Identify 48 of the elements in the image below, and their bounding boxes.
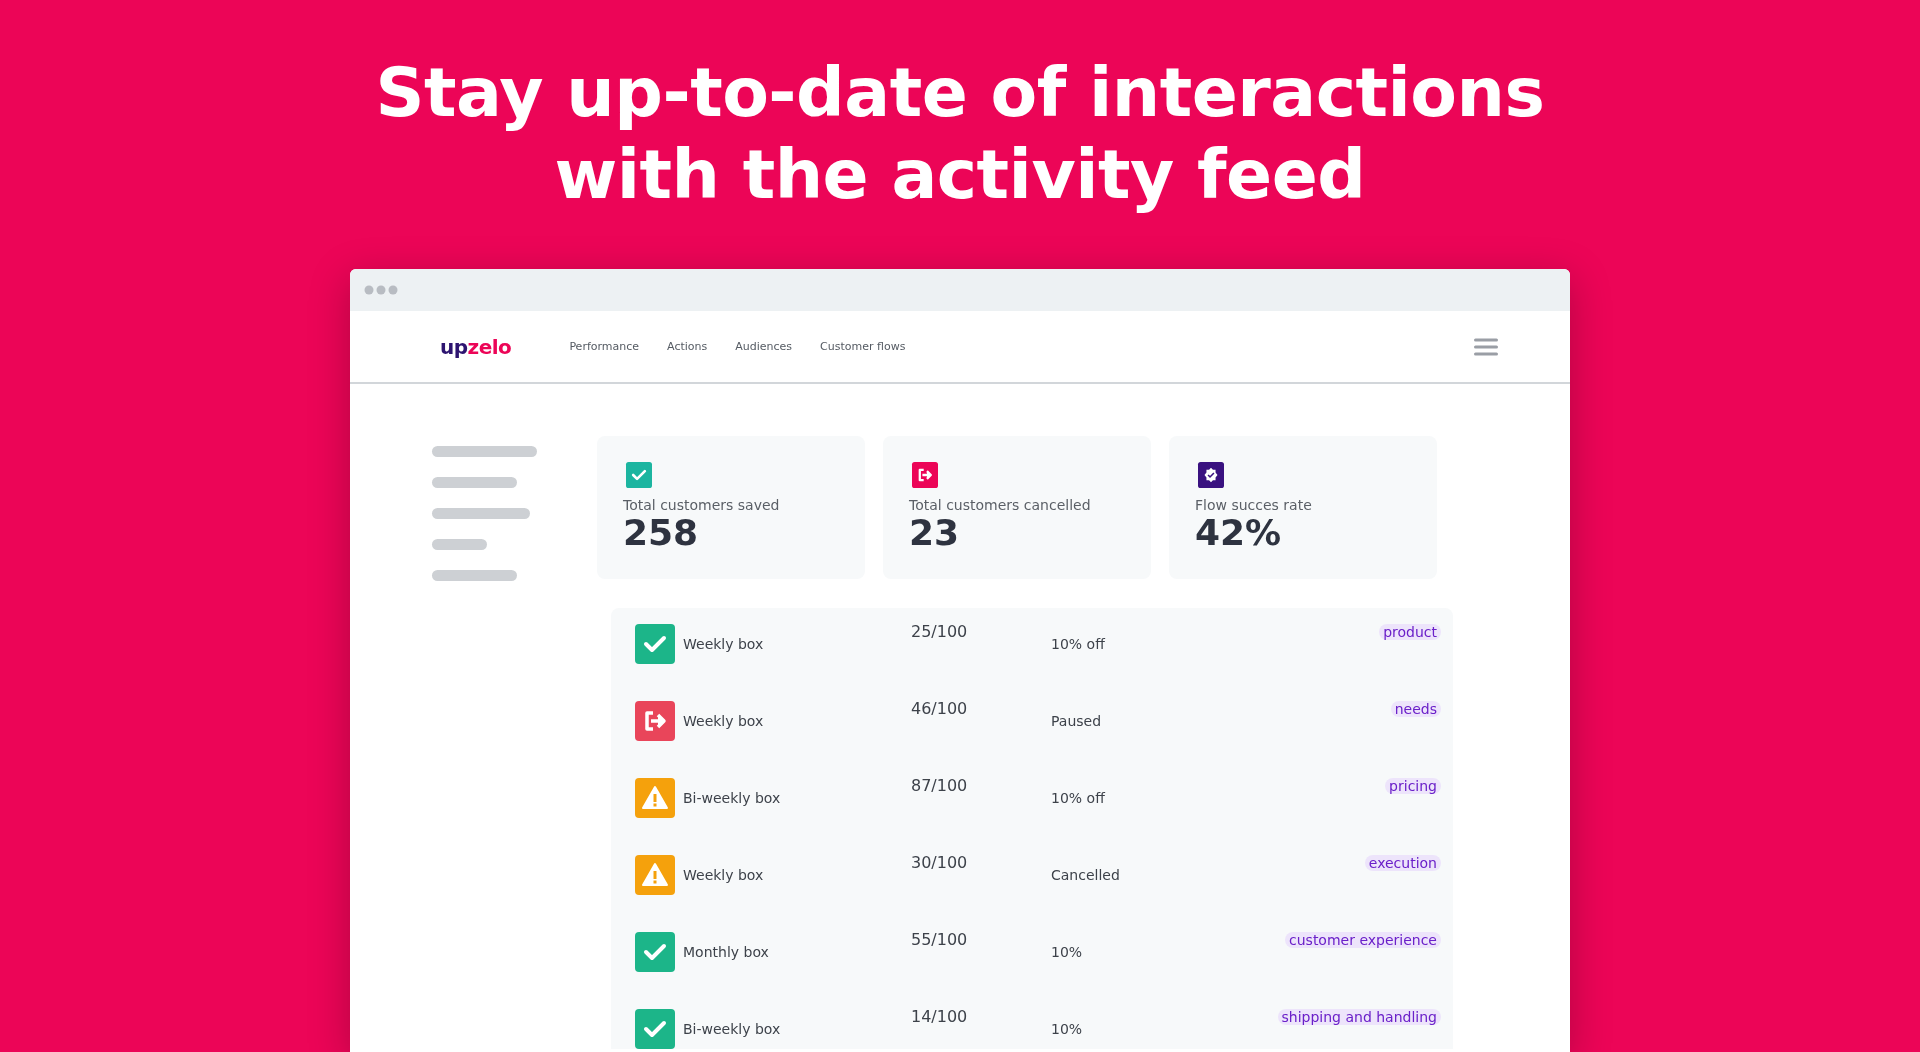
status: 10% — [1051, 1021, 1084, 1037]
tag: product — [1379, 624, 1441, 640]
tag: needs — [1390, 701, 1441, 717]
stat-label: Total customers cancelled — [909, 497, 1092, 513]
window-dots-icon — [364, 285, 398, 295]
product-name: Weekly box — [683, 636, 765, 652]
headline: with the activity feed — [554, 134, 1366, 216]
exit-icon — [909, 462, 941, 488]
stat-value: 42% — [1195, 513, 1283, 553]
placeholder-line — [432, 539, 487, 550]
stat-label: Total customers saved — [623, 497, 781, 513]
product-name: Weekly box — [683, 867, 765, 883]
status: Cancelled — [1051, 867, 1121, 883]
check-icon — [635, 624, 675, 664]
stat-value: 258 — [623, 513, 700, 553]
stat-label: Flow succes rate — [1195, 497, 1313, 513]
tag: customer experience — [1285, 932, 1441, 948]
score: 55/100 — [911, 930, 969, 949]
score: 25/100 — [911, 622, 969, 641]
nav-link[interactable]: Customer flows — [820, 340, 906, 353]
warning-icon — [635, 855, 675, 895]
logo[interactable]: upzelo — [440, 334, 512, 359]
nav-link[interactable]: Actions — [667, 340, 708, 353]
headline: Stay up-to-date of interactions — [375, 52, 1545, 134]
check-icon — [635, 932, 675, 972]
nav-link[interactable]: Audiences — [735, 340, 793, 353]
tag: pricing — [1385, 778, 1441, 794]
warning-icon — [635, 778, 675, 818]
product-name: Weekly box — [683, 713, 765, 729]
product-name: Bi-weekly box — [683, 1021, 782, 1037]
badge-check-icon — [1195, 462, 1227, 488]
check-icon — [623, 462, 655, 488]
stat-value: 23 — [909, 513, 961, 553]
status: 10% off — [1051, 636, 1107, 652]
exit-icon — [635, 701, 675, 741]
score: 14/100 — [911, 1007, 969, 1026]
menu-icon[interactable] — [1474, 337, 1498, 356]
tag: execution — [1364, 855, 1441, 871]
status: 10% off — [1051, 790, 1107, 806]
product-name: Monthly box — [683, 944, 770, 960]
score: 46/100 — [911, 699, 969, 718]
nav-link[interactable]: Performance — [569, 340, 640, 353]
score: 87/100 — [911, 776, 969, 795]
status: Paused — [1051, 713, 1103, 729]
tag: shipping and handling — [1277, 1009, 1441, 1025]
product-name: Bi-weekly box — [683, 790, 782, 806]
score: 30/100 — [911, 853, 969, 872]
status: 10% — [1051, 944, 1084, 960]
